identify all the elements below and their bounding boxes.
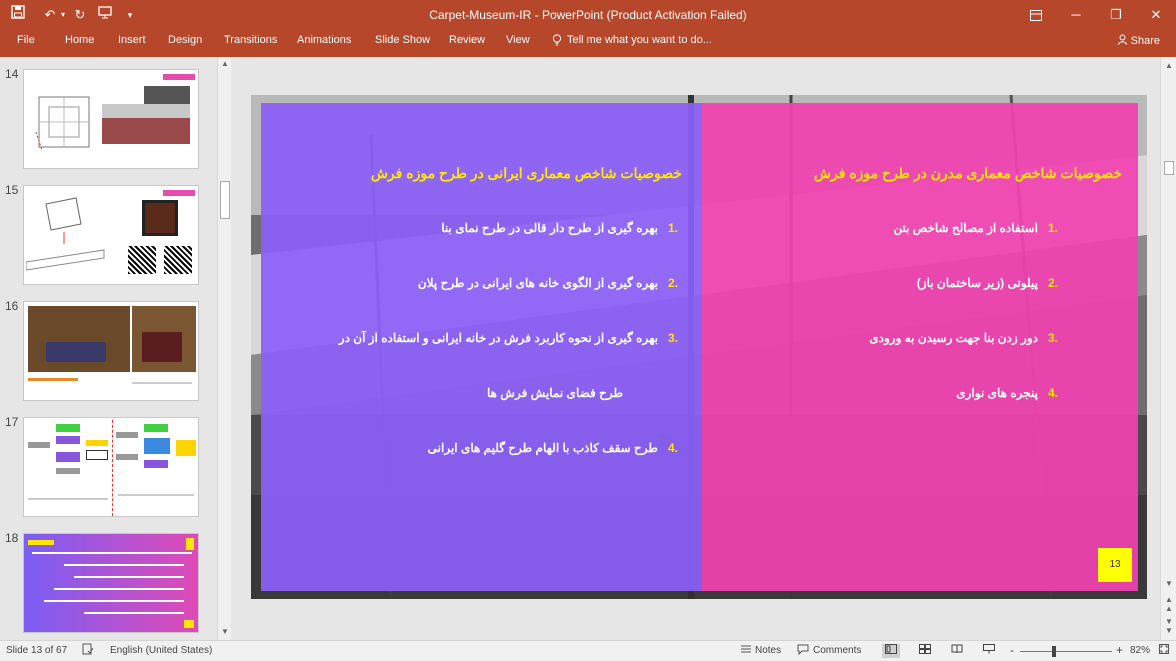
restore-button[interactable]: ❐: [1096, 0, 1136, 30]
next-slide-icon[interactable]: ▼ ▼: [1161, 617, 1176, 635]
list-text: پنجره های نواری: [956, 386, 1038, 400]
slide-sorter-icon[interactable]: [916, 644, 934, 658]
tab-insert[interactable]: Insert: [118, 34, 146, 46]
iranian-feature-item-3-continued: طرح فضای نمایش فرش ها: [487, 386, 623, 400]
slide-editor: خصوصیات شاخص معماری ایرانی در طرح موزه ف…: [233, 57, 1160, 640]
normal-view-icon[interactable]: [882, 644, 900, 658]
list-text: بهره گیری از نحوه کاربرد فرش در خانه ایر…: [338, 331, 658, 345]
slide-thumbnail-14[interactable]: [23, 69, 199, 169]
iranian-feature-item-3: .3 بهره گیری از نحوه کاربرد فرش در خانه ا…: [339, 331, 678, 345]
modern-feature-item-1: .1 استفاده از مصالح شاخص بتن: [893, 221, 1058, 235]
iranian-features-heading: خصوصیات شاخص معماری ایرانی در طرح موزه ف…: [370, 165, 682, 181]
slide-page-number: 13: [1098, 548, 1132, 582]
status-bar: Slide 13 of 67 English (United States) N…: [0, 640, 1176, 661]
current-slide[interactable]: خصوصیات شاخص معماری ایرانی در طرح موزه ف…: [251, 95, 1147, 599]
share-label: Share: [1130, 35, 1160, 47]
scroll-down-icon[interactable]: ▼: [218, 627, 232, 639]
lightbulb-icon: [552, 34, 562, 49]
list-text: پیلوتی (زیر ساختمان باز): [916, 276, 1038, 290]
ribbon-display-options-icon[interactable]: [1016, 0, 1056, 30]
list-text: دور زدن بنا جهت رسیدن به ورودی: [869, 331, 1038, 345]
modern-feature-item-3: .3 دور زدن بنا جهت رسیدن به ورودی: [869, 331, 1058, 345]
thumbnails-scrollbar[interactable]: ▲ ▼: [217, 57, 231, 640]
scrollbar-thumb[interactable]: [1164, 161, 1174, 175]
slide-thumbnail-17[interactable]: [23, 417, 199, 517]
list-number: .2: [667, 276, 678, 290]
tab-design[interactable]: Design: [168, 34, 202, 46]
list-number: .1: [1047, 221, 1058, 235]
slide-thumbnail-18[interactable]: [23, 533, 199, 633]
tab-animations[interactable]: Animations: [297, 34, 351, 46]
iranian-features-panel: خصوصیات شاخص معماری ایرانی در طرح موزه ف…: [261, 103, 702, 591]
tab-home[interactable]: Home: [65, 34, 94, 46]
comments-icon: [797, 643, 809, 658]
iranian-feature-item-2: .2 بهره گیری از الگوی خانه های ایرانی در …: [418, 276, 678, 290]
modern-features-heading: خصوصیات شاخص معماری مدرن در طرح موزه فرش: [813, 165, 1122, 181]
tab-view[interactable]: View: [506, 34, 530, 46]
scroll-up-icon[interactable]: ▲: [218, 59, 232, 71]
zoom-slider[interactable]: [1020, 651, 1112, 652]
notes-button[interactable]: Notes: [755, 645, 781, 656]
modern-feature-item-2: .2 پیلوتی (زیر ساختمان باز): [917, 276, 1058, 290]
spelling-check-icon[interactable]: [82, 643, 94, 658]
list-text: بهره گیری از طرح دار قالی در طرح نمای بن…: [441, 221, 658, 235]
list-number: .2: [1047, 276, 1058, 290]
list-number: .3: [667, 331, 678, 345]
scroll-down-icon[interactable]: ▼: [1161, 579, 1176, 588]
ribbon-tabs: File Home Insert Design Transitions Anim…: [0, 30, 1176, 57]
title-bar: ↶ ▾ ↻ ▾ Carpet-Museum-IR - PowerPoint (P…: [0, 0, 1176, 30]
list-number: .1: [667, 221, 678, 235]
editor-scrollbar[interactable]: ▲ ▼ ▲ ▲ ▼ ▼: [1160, 57, 1176, 640]
list-text: استفاده از مصالح شاخص بتن: [893, 221, 1038, 235]
minimize-button[interactable]: ─: [1056, 0, 1096, 30]
window-title: Carpet-Museum-IR - PowerPoint (Product A…: [429, 8, 747, 22]
tell-me-search[interactable]: Tell me what you want to do...: [567, 34, 712, 46]
iranian-feature-item-4: .4 طرح سقف کاذب با الهام طرح گلیم های ایر…: [428, 441, 678, 455]
iranian-feature-item-1: .1 بهره گیری از طرح دار قالی در طرح نمای …: [441, 221, 678, 235]
scroll-up-icon[interactable]: ▲: [1161, 61, 1176, 70]
reading-view-icon[interactable]: [948, 644, 966, 658]
zoom-in-button[interactable]: +: [1116, 643, 1123, 657]
tab-transitions[interactable]: Transitions: [224, 34, 277, 46]
slide-show-icon[interactable]: [980, 644, 998, 658]
list-number: .4: [667, 441, 678, 455]
share-button[interactable]: Share: [1117, 34, 1160, 47]
comments-button[interactable]: Comments: [813, 645, 861, 656]
zoom-out-button[interactable]: -: [1010, 643, 1014, 657]
list-number: .3: [1047, 331, 1058, 345]
thumbnail-number: 16: [5, 299, 19, 313]
zoom-level[interactable]: 82%: [1130, 645, 1150, 656]
slide-thumbnail-15[interactable]: [23, 185, 199, 285]
tab-file[interactable]: File: [17, 34, 35, 46]
slide-counter: Slide 13 of 67: [6, 645, 68, 656]
close-button[interactable]: ✕: [1136, 0, 1176, 30]
tab-slide-show[interactable]: Slide Show: [375, 34, 430, 46]
person-icon: [1117, 34, 1131, 47]
thumbnail-number: 17: [5, 415, 19, 429]
list-text: بهره گیری از الگوی خانه های ایرانی در طر…: [417, 276, 658, 290]
scrollbar-thumb[interactable]: [220, 181, 230, 219]
list-text: طرح فضای نمایش فرش ها: [486, 386, 623, 400]
language-indicator[interactable]: English (United States): [110, 645, 212, 656]
modern-feature-item-4: .4 پنجره های نواری: [956, 386, 1058, 400]
slide-thumbnails-pane: 14 15 16 17 18: [0, 57, 233, 640]
thumbnail-number: 15: [5, 183, 19, 197]
list-number: .4: [1047, 386, 1058, 400]
zoom-slider-handle[interactable]: [1052, 646, 1056, 657]
notes-icon: [740, 643, 752, 658]
fit-to-window-icon[interactable]: [1158, 643, 1170, 658]
slide-thumbnail-16[interactable]: [23, 301, 199, 401]
modern-features-panel: خصوصیات شاخص معماری مدرن در طرح موزه فرش…: [702, 103, 1138, 591]
list-text: طرح سقف کاذب با الهام طرح گلیم های ایران…: [427, 441, 658, 455]
thumbnail-number: 14: [5, 67, 19, 81]
previous-slide-icon[interactable]: ▲ ▲: [1161, 595, 1176, 613]
tab-review[interactable]: Review: [449, 34, 485, 46]
thumbnail-number: 18: [5, 531, 19, 545]
